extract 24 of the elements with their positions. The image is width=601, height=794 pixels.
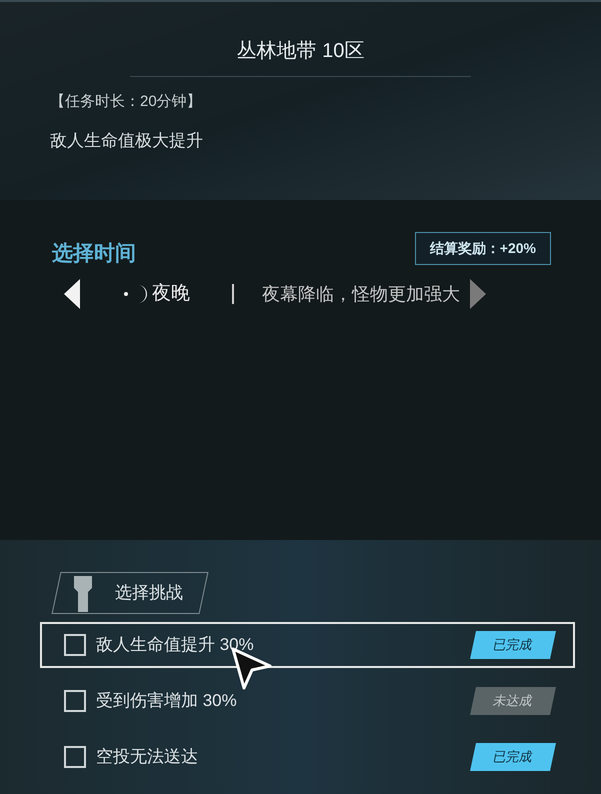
checkbox[interactable]	[64, 634, 86, 656]
time-description: 夜幕降临，怪物更加强大	[262, 282, 460, 306]
challenge-row[interactable]: 空投无法送达 已完成	[40, 734, 575, 780]
challenge-label: 敌人生命值提升 30%	[96, 634, 254, 656]
zone-title: 丛林地带 10区	[236, 39, 364, 64]
modifier-text: 敌人生命值极大提升	[50, 130, 203, 152]
mission-duration: 【任务时长：20分钟】	[50, 92, 202, 112]
challenge-label: 受到伤害增加 30%	[96, 690, 237, 712]
checkbox[interactable]	[64, 746, 86, 768]
right-arrow-icon	[470, 279, 486, 309]
time-option: 夜晚	[152, 280, 190, 308]
next-button[interactable]	[470, 279, 488, 309]
reward-label: 结算奖励：+20%	[414, 232, 551, 265]
status-badge: 未达成	[470, 687, 556, 715]
challenge-row[interactable]: 敌人生命值提升 30% 已完成	[40, 622, 575, 668]
challenge-label: 空投无法送达	[96, 746, 198, 768]
status-badge: 已完成	[470, 631, 556, 659]
status-badge: 已完成	[470, 743, 556, 771]
section-heading: 选择时间	[52, 240, 136, 266]
moon-icon	[122, 284, 150, 304]
checkbox[interactable]	[64, 690, 86, 712]
challenge-header: 选择挑战	[52, 572, 208, 614]
challenge-row[interactable]: 受到伤害增加 30% 未达成	[40, 678, 575, 724]
left-arrow-icon	[64, 279, 80, 309]
